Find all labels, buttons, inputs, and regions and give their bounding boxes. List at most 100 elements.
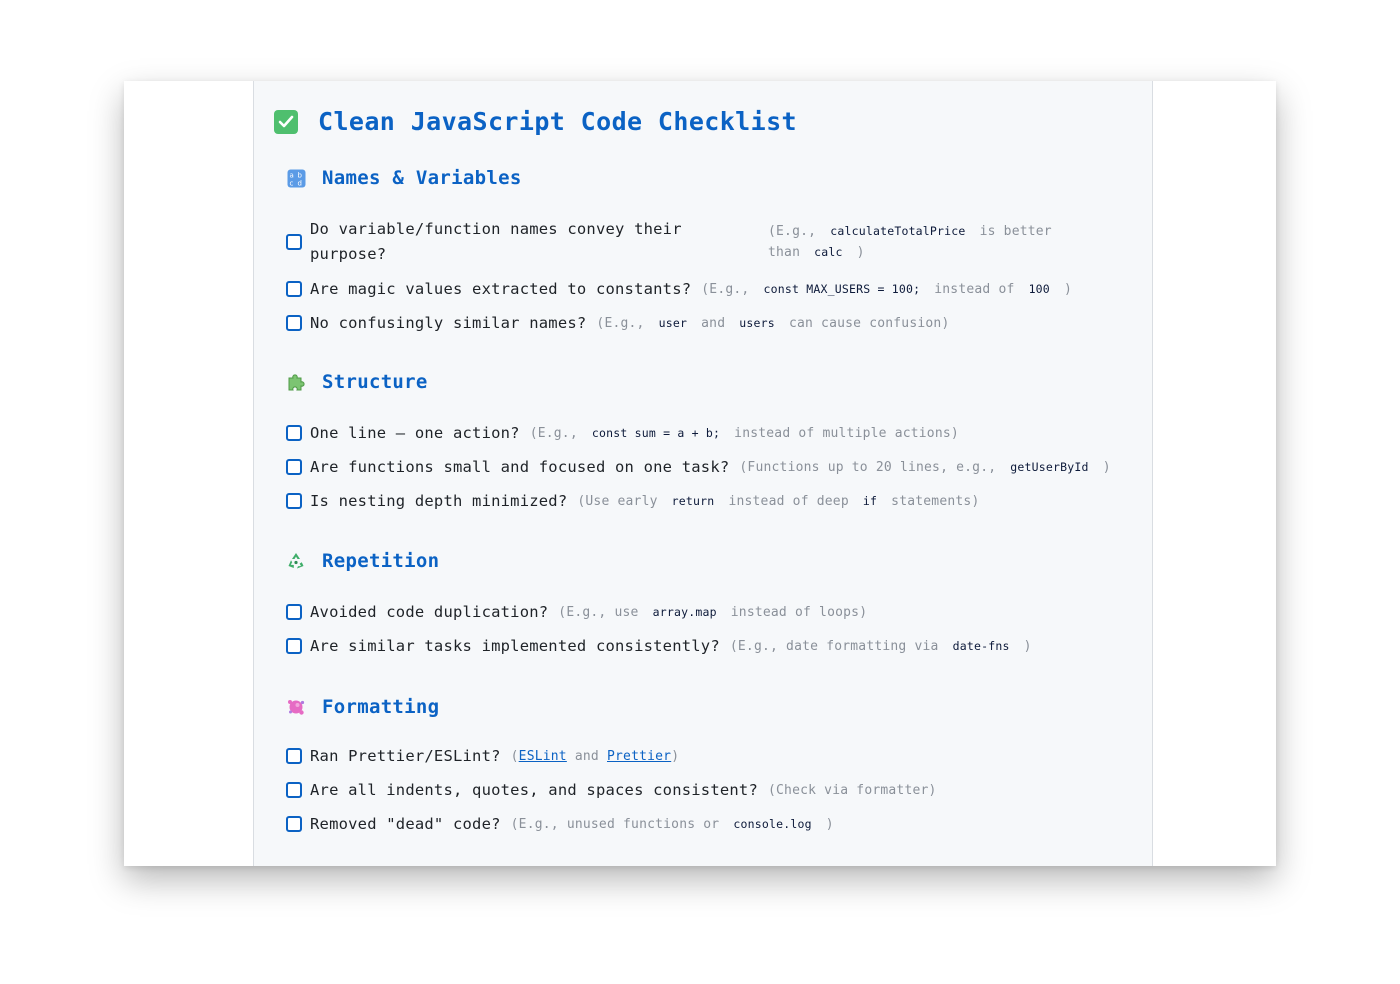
hint-text: instead of loops): [730, 604, 868, 620]
item-checkbox[interactable]: [286, 493, 302, 509]
item-hint: (E.g., use array.map instead of loops): [558, 605, 867, 620]
section-title: Formatting: [322, 696, 440, 718]
code-snippet: getUserById: [1010, 459, 1089, 474]
code-snippet: const sum = a + b;: [591, 425, 721, 440]
item-question: No confusingly similar names?: [310, 314, 587, 332]
code-snippet: user: [658, 315, 688, 330]
hint-text: (Use early: [577, 493, 658, 509]
hint-text: ): [1063, 281, 1072, 297]
checklist-item: One line — one action? (E.g., const sum …: [286, 421, 1126, 445]
checklist-item: Ran Prettier/ESLint? (ESLint and Prettie…: [286, 744, 1126, 768]
item-hint: (E.g., user and users can cause confusio…: [596, 316, 949, 331]
item-hint: (E.g., unused functions or console.log ): [511, 817, 834, 832]
eslint-link[interactable]: ESLint: [519, 749, 567, 764]
svg-text:b: b: [297, 171, 302, 179]
paint-splash-icon: [286, 697, 306, 717]
svg-text:d: d: [297, 179, 301, 187]
checklist-item: No confusingly similar names? (E.g., use…: [286, 311, 1126, 335]
item-checkbox[interactable]: [286, 459, 302, 475]
item-question: Ran Prettier/ESLint?: [310, 747, 501, 765]
puzzle-piece-icon: [286, 372, 306, 392]
item-checkbox[interactable]: [286, 782, 302, 798]
item-question: Are all indents, quotes, and spaces cons…: [310, 781, 758, 799]
item-checkbox[interactable]: [286, 638, 302, 654]
svg-text:c: c: [289, 179, 293, 187]
code-snippet: console.log: [733, 816, 812, 831]
item-question: Removed "dead" code?: [310, 815, 501, 833]
code-snippet: date-fns: [952, 638, 1010, 653]
item-hint: (Functions up to 20 lines, e.g., getUser…: [739, 460, 1110, 475]
hint-text: instead of multiple actions): [734, 425, 959, 441]
code-snippet: array.map: [652, 604, 717, 619]
abcd-letters-icon: a b c d: [286, 168, 306, 188]
hint-text: ): [1023, 638, 1032, 654]
hint-text: ): [825, 816, 834, 832]
code-snippet: 100: [1028, 281, 1050, 296]
item-hint: (Check via formatter): [768, 783, 937, 798]
code-snippet: const MAX_USERS = 100;: [763, 281, 921, 296]
section-header: Repetition: [286, 546, 1126, 576]
section-header: Formatting: [286, 692, 1126, 722]
code-snippet: users: [739, 315, 775, 330]
item-checkbox[interactable]: [286, 816, 302, 832]
hint-text: (E.g.,: [768, 224, 817, 239]
item-checkbox[interactable]: [286, 425, 302, 441]
item-checkbox[interactable]: [286, 748, 302, 764]
hint-text: (E.g., unused functions or: [510, 816, 720, 832]
item-question: Do variable/function names convey their …: [310, 220, 682, 263]
hint-text: (E.g.,: [529, 425, 578, 441]
item-hint: (E.g., date formatting via date-fns ): [730, 639, 1032, 654]
hint-text: ): [856, 245, 865, 260]
item-checkbox[interactable]: [286, 281, 302, 297]
svg-text:a: a: [289, 171, 293, 179]
code-snippet: calc: [814, 245, 843, 259]
code-snippet: calculateTotalPrice: [830, 224, 966, 238]
hint-text: ): [1102, 459, 1111, 475]
item-hint: (ESLint and Prettier): [511, 749, 680, 764]
section-title: Structure: [322, 371, 428, 393]
page-title: Clean JavaScript Code Checklist: [318, 107, 797, 136]
code-snippet: if: [862, 493, 878, 508]
hint-text: (E.g., use: [558, 604, 639, 620]
checklist-item: Are functions small and focused on one t…: [286, 455, 1126, 479]
section-title: Names & Variables: [322, 167, 522, 189]
section-names-variables: a b c d Names & Variables Do variable/fu…: [286, 163, 1126, 345]
checklist-document: Clean JavaScript Code Checklist a b c d …: [253, 81, 1153, 866]
item-hint: (Use early return instead of deep if sta…: [577, 494, 979, 509]
hint-text: (E.g.,: [701, 281, 750, 297]
section-header: a b c d Names & Variables: [286, 163, 1126, 193]
hint-text: (Functions up to 20 lines, e.g.,: [739, 459, 997, 475]
item-question: Are similar tasks implemented consistent…: [310, 637, 720, 655]
checklist-item: Are magic values extracted to constants?…: [286, 277, 1126, 301]
hint-text: instead of: [934, 281, 1015, 297]
prettier-link[interactable]: Prettier: [607, 749, 671, 764]
recycle-icon: [286, 551, 306, 571]
hint-text: can cause confusion): [788, 315, 950, 331]
item-hint: (E.g., calculateTotalPrice is better tha…: [768, 221, 1088, 263]
item-checkbox[interactable]: [286, 604, 302, 620]
item-question: Are functions small and focused on one t…: [310, 458, 730, 476]
hint-text: (Check via formatter): [768, 782, 937, 798]
item-checkbox[interactable]: [286, 315, 302, 331]
hint-text: and: [701, 315, 726, 331]
item-checkbox[interactable]: [286, 234, 302, 250]
checklist-item: Avoided code duplication? (E.g., use arr…: [286, 600, 1126, 624]
item-hint: (E.g., const sum = a + b; instead of mul…: [530, 426, 959, 441]
item-question: Is nesting depth minimized?: [310, 492, 568, 510]
hint-text: statements): [891, 493, 980, 509]
checklist-item: Are similar tasks implemented consistent…: [286, 634, 1126, 658]
hint-text: (E.g.,: [596, 315, 645, 331]
hint-text: ): [671, 748, 680, 764]
app-window: Clean JavaScript Code Checklist a b c d …: [124, 81, 1276, 866]
hint-text: and: [574, 748, 599, 764]
checklist-item: Do variable/function names convey their …: [286, 217, 1126, 267]
hint-text: (: [510, 748, 519, 764]
checklist-item: Removed "dead" code? (E.g., unused funct…: [286, 812, 1126, 836]
section-formatting: Formatting Ran Prettier/ESLint? (ESLint …: [286, 692, 1126, 846]
section-repetition: Repetition Avoided code duplication? (E.…: [286, 546, 1126, 668]
checklist-item: Are all indents, quotes, and spaces cons…: [286, 778, 1126, 802]
item-question: One line — one action?: [310, 424, 520, 442]
check-box-icon: [274, 109, 298, 134]
code-snippet: return: [671, 493, 715, 508]
item-question: Avoided code duplication?: [310, 603, 549, 621]
